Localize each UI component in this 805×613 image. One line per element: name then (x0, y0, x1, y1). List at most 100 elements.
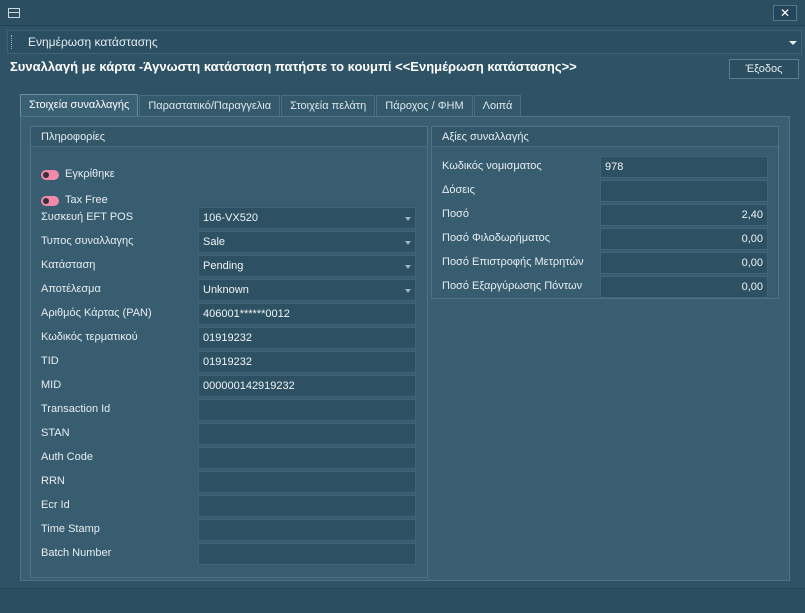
toggle-row: Εγκρίθηκε (31, 165, 421, 187)
field-input[interactable] (198, 543, 416, 565)
field-row: Συσκευή EFT POS 106-VX520 (31, 207, 421, 229)
title-bar: ✕ (0, 0, 805, 26)
field-label: Αριθμός Κάρτας (PAN) (41, 307, 152, 319)
field-row: TID 01919232 (31, 351, 421, 373)
field-row: Τυπος συναλλαγης Sale (31, 231, 421, 253)
chevron-down-icon[interactable] (789, 41, 797, 45)
value-input[interactable]: 0,00 (600, 252, 768, 274)
value-row: Ποσό Εξαργύρωσης Πόντων 0,00 (432, 276, 772, 298)
field-label: Κωδικός τερματικού (41, 331, 138, 343)
field-label: RRN (41, 475, 65, 487)
tab-0[interactable]: Στοιχεία συναλλαγής (20, 94, 139, 116)
field-label: Ecr Id (41, 499, 70, 511)
toggle-label: Tax Free (65, 194, 108, 206)
value-row: Δόσεις (432, 180, 772, 202)
field-input[interactable]: 000000142919232 (198, 375, 416, 397)
field-select[interactable]: Unknown (198, 279, 416, 301)
value-label: Δόσεις (442, 184, 475, 196)
chevron-down-icon[interactable] (405, 241, 411, 245)
status-update-select[interactable]: Ενημέρωση κατάστασης (7, 30, 802, 54)
close-button[interactable]: ✕ (773, 5, 797, 21)
field-row: Αριθμός Κάρτας (PAN) 406001******0012 (31, 303, 421, 325)
value-label: Ποσό Επιστροφής Μετρητών (442, 256, 584, 268)
field-row: Auth Code (31, 447, 421, 469)
value-input[interactable]: 978 (600, 156, 768, 178)
field-row: Κατάσταση Pending (31, 255, 421, 277)
field-row: Time Stamp (31, 519, 421, 541)
field-select[interactable]: 106-VX520 (198, 207, 416, 229)
field-label: Συσκευή EFT POS (41, 211, 134, 223)
value-label: Κωδικός νομισματος (442, 160, 542, 172)
chevron-down-icon[interactable] (405, 289, 411, 293)
toggle-switch[interactable] (41, 170, 59, 180)
field-label: MID (41, 379, 62, 391)
chevron-down-icon[interactable] (405, 265, 411, 269)
value-input[interactable]: 2,40 (600, 204, 768, 226)
toggle-label: Εγκρίθηκε (65, 168, 115, 180)
grip-handle-icon (11, 35, 13, 49)
field-value: Pending (203, 260, 244, 272)
value-row: Ποσό Φιλοδωρήματος 0,00 (432, 228, 772, 250)
value-label: Ποσό Φιλοδωρήματος (442, 232, 551, 244)
field-row: Transaction Id (31, 399, 421, 421)
status-update-select-value: Ενημέρωση κατάστασης (28, 35, 158, 49)
field-value: 000000142919232 (203, 380, 295, 392)
field-value: 106-VX520 (203, 212, 259, 224)
field-label: STAN (41, 427, 70, 439)
field-input[interactable] (198, 495, 416, 517)
window-menu-icon[interactable] (8, 8, 20, 18)
info-group: Πληροφορίες Εγκρίθηκε Tax Free Συσκευή EFT… (30, 126, 428, 578)
field-row: Batch Number (31, 543, 421, 565)
values-group: Αξίες συναλλαγής Κωδικός νομισματος 978 Δό… (431, 126, 779, 299)
value-row: Ποσό 2,40 (432, 204, 772, 226)
field-input[interactable]: 406001******0012 (198, 303, 416, 325)
field-select[interactable]: Sale (198, 231, 416, 253)
tab-3[interactable]: Πάροχος / ΦΗΜ (376, 95, 473, 116)
field-input[interactable] (198, 471, 416, 493)
field-input[interactable] (198, 423, 416, 445)
field-value: 01919232 (203, 356, 252, 368)
info-group-title: Πληροφορίες (31, 127, 427, 147)
field-label: Transaction Id (41, 403, 111, 415)
field-label: Τυπος συναλλαγης (41, 235, 134, 247)
value-input[interactable]: 0,00 (600, 228, 768, 250)
exit-button[interactable]: Έξοδος (729, 59, 799, 79)
field-value: 406001******0012 (203, 308, 290, 320)
tab-2[interactable]: Στοιχεία πελάτη (281, 95, 376, 116)
page-title: Συναλλαγή με κάρτα -Άγνωστη κατάσταση πα… (10, 59, 577, 74)
field-input[interactable] (198, 447, 416, 469)
value-label: Ποσό Εξαργύρωσης Πόντων (442, 280, 583, 292)
field-row: STAN (31, 423, 421, 445)
field-row: Ecr Id (31, 495, 421, 517)
tab-panel-transaction: Πληροφορίες Εγκρίθηκε Tax Free Συσκευή EFT… (20, 116, 790, 581)
tab-4[interactable]: Λοιπά (473, 95, 522, 116)
field-label: Αποτέλεσμα (41, 283, 101, 295)
field-row: RRN (31, 471, 421, 493)
field-value: 01919232 (203, 332, 252, 344)
field-select[interactable]: Pending (198, 255, 416, 277)
field-row: Αποτέλεσμα Unknown (31, 279, 421, 301)
status-bar (0, 588, 805, 613)
field-input[interactable] (198, 519, 416, 541)
field-row: Κωδικός τερματικού 01919232 (31, 327, 421, 349)
field-row: MID 000000142919232 (31, 375, 421, 397)
field-label: Batch Number (41, 547, 112, 559)
values-group-title: Αξίες συναλλαγής (432, 127, 778, 147)
value-label: Ποσό (442, 208, 469, 220)
field-label: Auth Code (41, 451, 93, 463)
field-input[interactable]: 01919232 (198, 351, 416, 373)
field-value: Unknown (203, 284, 249, 296)
tab-bar: Στοιχεία συναλλαγής Παραστατικό/Παραγγελι… (20, 94, 522, 116)
chevron-down-icon[interactable] (405, 217, 411, 221)
field-label: TID (41, 355, 59, 367)
field-label: Κατάσταση (41, 259, 96, 271)
field-input[interactable]: 01919232 (198, 327, 416, 349)
value-input[interactable]: 0,00 (600, 276, 768, 298)
field-value: Sale (203, 236, 226, 248)
toggle-switch[interactable] (41, 196, 59, 206)
value-input[interactable] (600, 180, 768, 202)
value-row: Κωδικός νομισματος 978 (432, 156, 772, 178)
tab-1[interactable]: Παραστατικό/Παραγγελια (139, 95, 281, 116)
field-input[interactable] (198, 399, 416, 421)
value-row: Ποσό Επιστροφής Μετρητών 0,00 (432, 252, 772, 274)
